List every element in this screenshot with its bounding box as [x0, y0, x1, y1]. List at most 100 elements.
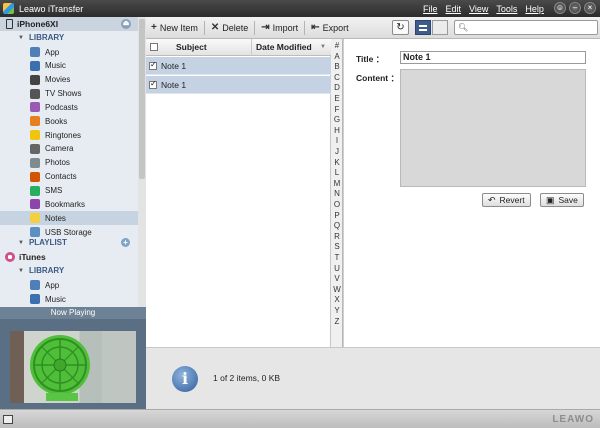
alphabet-letter[interactable]: S [331, 242, 343, 251]
new-item-button[interactable]: + New Item [146, 19, 203, 37]
itunes-row[interactable]: iTunes [0, 250, 138, 264]
eject-icon[interactable]: ⏏ [121, 19, 131, 29]
alphabet-letter[interactable]: O [331, 200, 343, 209]
menu-edit[interactable]: Edit [446, 4, 462, 14]
skin-icon[interactable]: ☺ [554, 2, 566, 14]
itunes-item-music[interactable]: Music [0, 292, 138, 306]
itunes-item-label: Music [45, 294, 66, 304]
toolbar-divider [203, 20, 205, 35]
menu-help[interactable]: Help [525, 4, 544, 14]
alphabet-letter[interactable]: # [331, 41, 343, 50]
alphabet-letter[interactable]: B [331, 62, 343, 71]
menu-file[interactable]: File [423, 4, 438, 14]
grid-view-icon[interactable] [432, 20, 448, 35]
alphabet-letter[interactable]: L [331, 168, 343, 177]
alphabet-letter[interactable]: U [331, 264, 343, 273]
alphabet-letter[interactable]: T [331, 253, 343, 262]
delete-x-icon: ✕ [210, 22, 220, 33]
sidebar-item-label: Contacts [45, 172, 77, 182]
title-field[interactable]: Note 1 [400, 51, 586, 64]
sidebar-item-ringtones[interactable]: Ringtones [0, 128, 138, 142]
podcast-icon [30, 102, 40, 113]
alphabet-letter[interactable]: D [331, 83, 343, 92]
sidebar-item-app[interactable]: App [0, 45, 138, 59]
export-icon: ⇤ [311, 22, 320, 33]
column-subject[interactable]: Subject [176, 42, 236, 52]
save-button[interactable]: ▣ Save [540, 193, 584, 207]
sidebar-item-podcasts[interactable]: Podcasts [0, 100, 138, 114]
alphabet-letter[interactable]: V [331, 274, 343, 283]
sms-icon [30, 185, 40, 196]
device-row[interactable]: iPhone6XI ⏏ [0, 17, 138, 31]
sidebar-item-camera[interactable]: Camera [0, 142, 138, 156]
alphabet-letter[interactable]: G [331, 115, 343, 124]
alphabet-letter[interactable]: A [331, 52, 343, 61]
alphabet-letter[interactable]: H [331, 126, 343, 135]
menu-tools[interactable]: Tools [496, 4, 517, 14]
alphabet-letter[interactable]: F [331, 105, 343, 114]
row-checkbox[interactable] [149, 79, 157, 89]
alphabet-letter[interactable]: Y [331, 306, 343, 315]
notes-list: Subject Date Modified▼ Note 1 Note 1 [146, 38, 331, 347]
revert-button[interactable]: ↶ Revert [482, 193, 531, 207]
library-header[interactable]: ▼ LIBRARY [0, 31, 138, 44]
sidebar-item-label: Books [45, 116, 68, 126]
export-button[interactable]: ⇤ Export [306, 19, 353, 37]
camera-icon [30, 143, 40, 154]
alphabet-letter[interactable]: E [331, 94, 343, 103]
sidebar-item-notes[interactable]: Notes [0, 211, 138, 226]
alphabet-letter[interactable]: N [331, 189, 343, 198]
sidebar-item-photos[interactable]: Photos [0, 156, 138, 170]
collapse-triangle-icon: ▼ [18, 267, 24, 274]
menu-view[interactable]: View [469, 4, 488, 14]
refresh-icon[interactable]: ↻ [392, 20, 409, 35]
alphabet-letter[interactable]: X [331, 295, 343, 304]
alphabet-letter[interactable]: R [331, 232, 343, 241]
alphabet-letter[interactable]: P [331, 211, 343, 220]
alphabet-letter[interactable]: W [331, 285, 343, 294]
panel-toggle-icon[interactable] [3, 415, 13, 424]
sidebar-item-contacts[interactable]: Contacts [0, 170, 138, 184]
search-icon: 🔍︎ [458, 23, 469, 32]
sidebar-item-tv-shows[interactable]: TV Shows [0, 87, 138, 101]
sidebar-item-movies[interactable]: Movies [0, 73, 138, 87]
toolbar: + New Item ✕ Delete ⇥ Import ⇤ Export ↻ … [146, 17, 600, 39]
content-field[interactable] [400, 69, 586, 187]
alphabet-letter[interactable]: C [331, 73, 343, 82]
alphabet-index: # A B C D E F G H I J K L M N O P Q R S T U V W X Y Z [331, 39, 343, 347]
list-item[interactable]: Note 1 [146, 76, 331, 94]
sidebar-item-bookmarks[interactable]: Bookmarks [0, 197, 138, 211]
import-button[interactable]: ⇥ Import [256, 19, 303, 37]
playlist-header[interactable]: ▼ PLAYLIST + [0, 236, 138, 249]
alphabet-letter[interactable]: Q [331, 221, 343, 230]
sidebar-item-label: Movies [45, 75, 71, 85]
column-date-modified[interactable]: Date Modified ▼ [251, 38, 331, 56]
list-view-icon[interactable] [415, 20, 431, 35]
alphabet-letter[interactable]: M [331, 179, 343, 188]
itunes-library-header[interactable]: ▼ LIBRARY [0, 264, 138, 277]
bottom-bar: LEAWO [0, 409, 600, 428]
status-text: 1 of 2 items, 0 KB [213, 373, 281, 383]
alphabet-letter[interactable]: Z [331, 317, 343, 326]
list-item[interactable]: Note 1 [146, 57, 331, 75]
minimize-icon[interactable]: – [569, 2, 581, 14]
add-playlist-icon[interactable]: + [121, 238, 130, 247]
content-label: Content ： [356, 73, 399, 83]
close-icon[interactable]: × [584, 2, 596, 14]
itunes-item-app[interactable]: App [0, 278, 138, 292]
sidebar-item-music[interactable]: Music [0, 59, 138, 73]
sidebar-scrollbar[interactable] [138, 17, 146, 307]
scrollbar-thumb[interactable] [139, 19, 145, 179]
import-icon: ⇥ [261, 22, 270, 33]
alphabet-letter[interactable]: I [331, 136, 343, 145]
sidebar-item-sms[interactable]: SMS [0, 184, 138, 198]
phone-icon [6, 19, 13, 29]
row-checkbox[interactable] [149, 60, 157, 70]
sidebar-item-label: Camera [45, 144, 74, 154]
delete-button[interactable]: ✕ Delete [206, 19, 253, 37]
alphabet-letter[interactable]: J [331, 147, 343, 156]
select-all-checkbox[interactable] [150, 43, 158, 51]
sidebar-item-books[interactable]: Books [0, 114, 138, 128]
search-input[interactable]: 🔍︎ [454, 20, 598, 35]
alphabet-letter[interactable]: K [331, 158, 343, 167]
